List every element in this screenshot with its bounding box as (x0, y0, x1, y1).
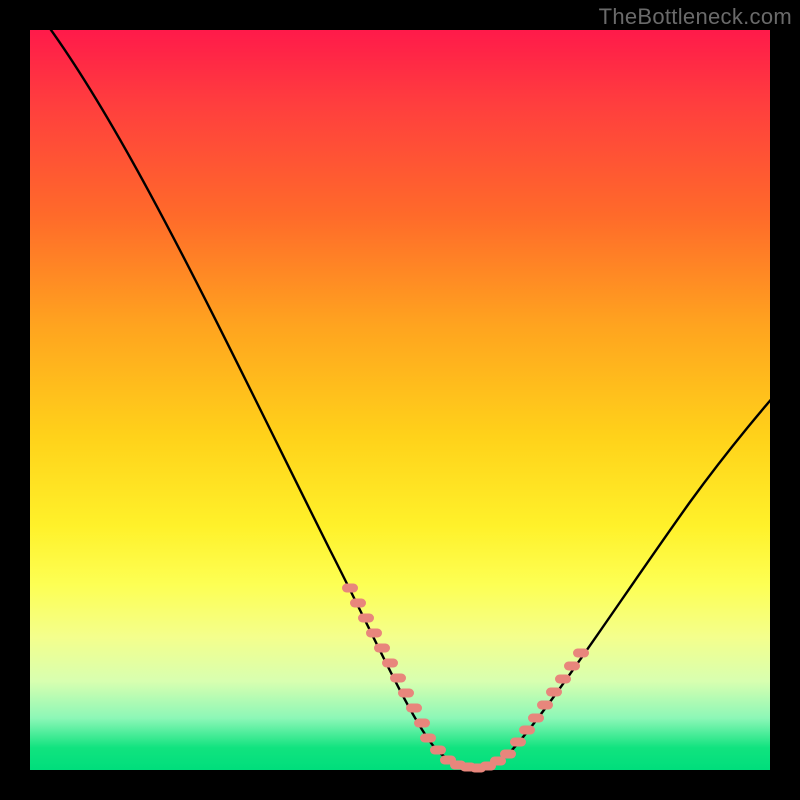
dot-marker (350, 599, 366, 608)
bottleneck-curve (30, 2, 790, 768)
dot-marker (510, 738, 526, 747)
dot-marker (382, 659, 398, 668)
dot-marker (573, 649, 589, 658)
dot-marker (374, 644, 390, 653)
dot-marker (358, 614, 374, 623)
dot-marker (406, 704, 422, 713)
right-dotted-segment (510, 649, 589, 747)
dot-marker (500, 750, 516, 759)
bottom-dotted-segment (420, 734, 516, 773)
dot-marker (342, 584, 358, 593)
dot-marker (430, 746, 446, 755)
chart-svg (30, 30, 770, 770)
dot-marker (390, 674, 406, 683)
dot-marker (555, 675, 571, 684)
left-dotted-segment (342, 584, 430, 728)
dot-marker (546, 688, 562, 697)
dot-marker (564, 662, 580, 671)
dot-marker (398, 689, 414, 698)
dot-marker (366, 629, 382, 638)
dot-marker (537, 701, 553, 710)
dot-marker (414, 719, 430, 728)
dot-marker (519, 726, 535, 735)
chart-frame: TheBottleneck.com (0, 0, 800, 800)
dot-marker (528, 714, 544, 723)
plot-area (30, 30, 770, 770)
dot-marker (420, 734, 436, 743)
watermark-text: TheBottleneck.com (599, 4, 792, 30)
